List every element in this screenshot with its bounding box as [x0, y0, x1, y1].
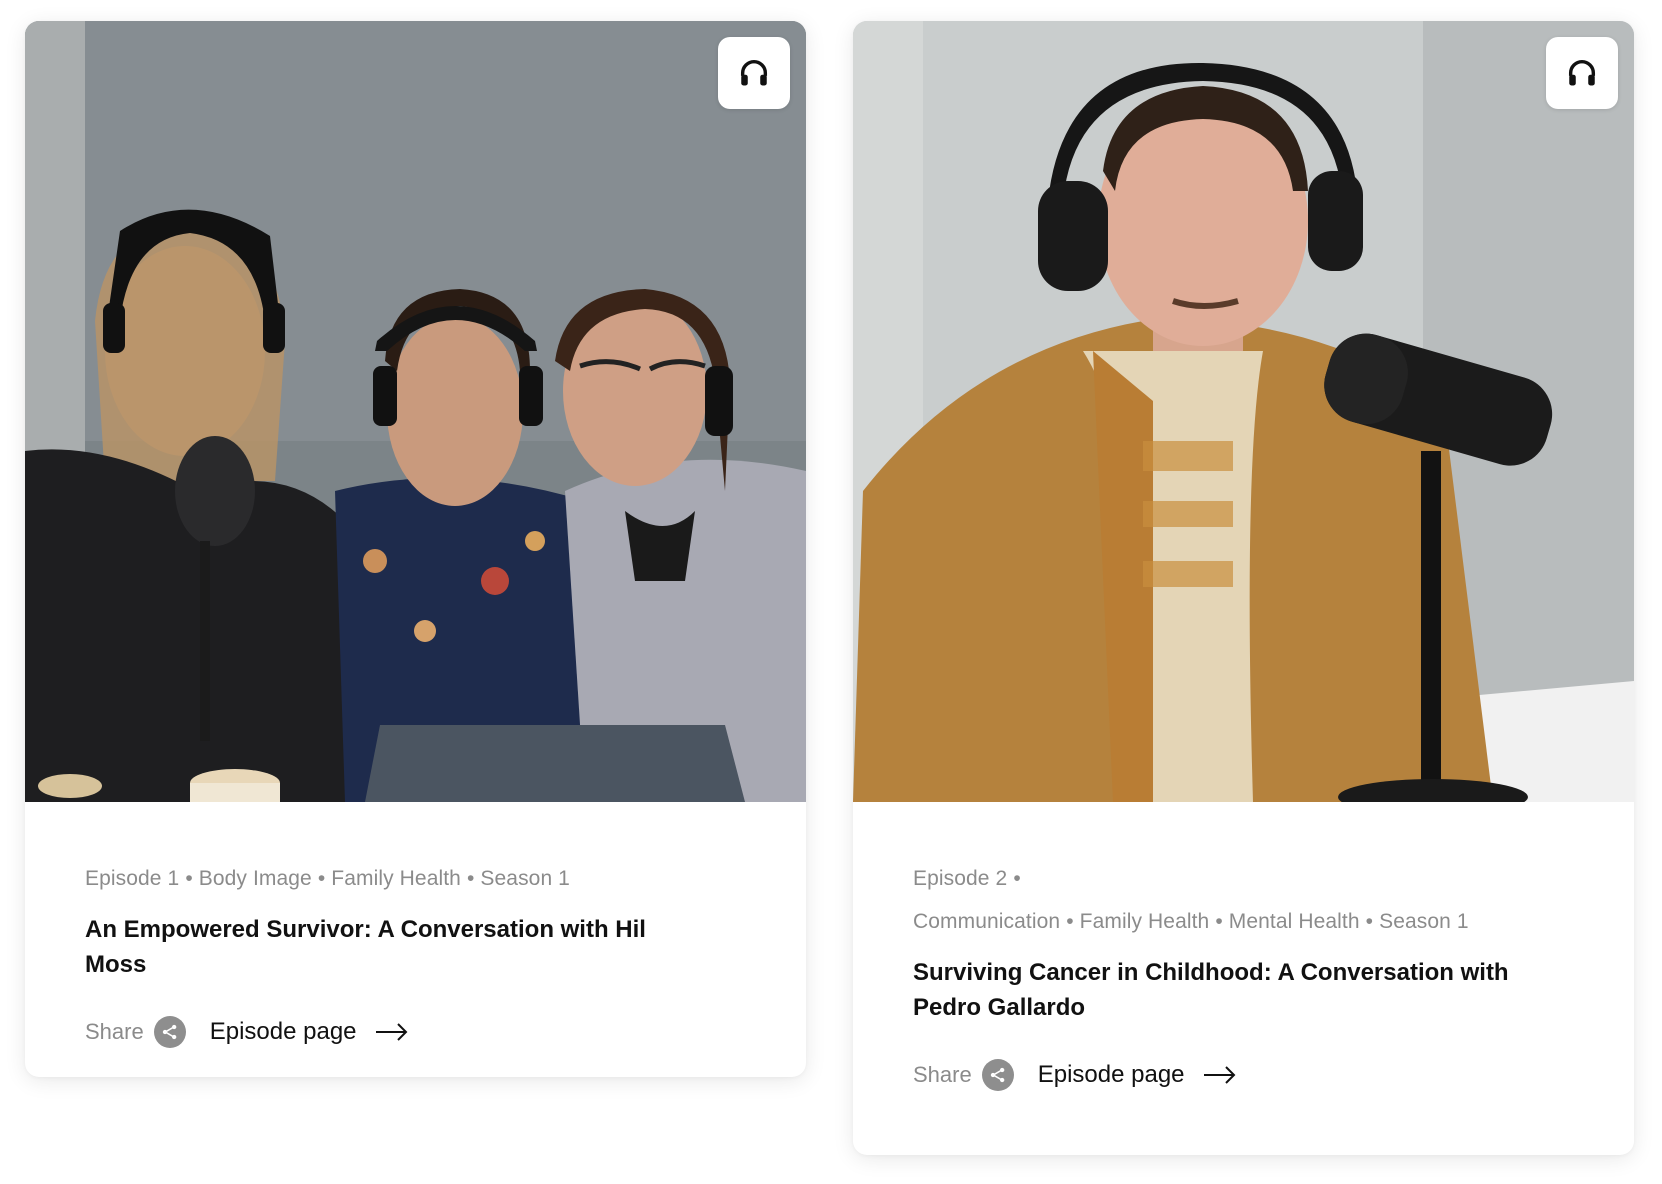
episode-tag[interactable]: Season 1 — [480, 867, 570, 890]
share-icon — [981, 1059, 1014, 1091]
episode-image[interactable] — [853, 21, 1634, 802]
listen-button[interactable] — [718, 37, 790, 109]
share-button[interactable]: Share — [913, 1059, 1014, 1091]
episode-number: Episode 2 — [913, 867, 1008, 890]
headphones-icon — [1568, 60, 1596, 86]
episode-page-label: Episode page — [209, 1018, 357, 1045]
episode-actions: Share Episode page — [913, 1059, 1574, 1091]
headphones-icon — [740, 60, 768, 86]
share-label: Share — [913, 1062, 972, 1087]
episode-grid: Episode 1 • Body Image • Family Health • Seaso… — [0, 0, 1662, 1184]
episode-title[interactable]: Surviving Cancer in Childhood: A Convers… — [913, 955, 1533, 1025]
episode-photo — [25, 21, 806, 802]
episode-card: Episode 2 • Communication • Family Health • M… — [853, 21, 1634, 1155]
episode-photo — [853, 21, 1634, 802]
episode-number: Episode 1 — [85, 867, 180, 890]
episode-tag[interactable]: Mental Health — [1229, 910, 1360, 933]
episode-title[interactable]: An Empowered Survivor: A Conversation wi… — [85, 912, 705, 982]
episode-tag[interactable]: Communication — [913, 910, 1060, 933]
episode-image[interactable] — [25, 21, 806, 802]
episode-page-link[interactable]: Episode page — [210, 1018, 409, 1046]
episode-meta: Episode 1 • Body Image • Family Health • Seaso… — [85, 867, 570, 890]
share-label: Share — [85, 1019, 144, 1044]
episode-meta: Episode 2 • — [913, 867, 1021, 890]
episode-tag[interactable]: Family Health — [331, 867, 461, 890]
episode-card-body: Episode 2 • Communication • Family Health • M… — [853, 802, 1634, 1091]
arrow-right-icon — [375, 1023, 407, 1041]
episode-card: Episode 1 • Body Image • Family Health • Seaso… — [25, 21, 806, 1077]
episode-page-label: Episode page — [1037, 1061, 1185, 1088]
episode-page-link[interactable]: Episode page — [1038, 1061, 1237, 1089]
episode-tag[interactable]: Body Image — [199, 867, 312, 890]
episode-tag[interactable]: Season 1 — [1379, 910, 1469, 933]
episode-tags: Communication • Family Health • Mental Healt… — [913, 910, 1469, 933]
arrow-right-icon — [1203, 1066, 1235, 1084]
episode-actions: Share Episode page — [85, 1016, 746, 1048]
episode-card-body: Episode 1 • Body Image • Family Health • Seaso… — [25, 802, 806, 1048]
share-button[interactable]: Share — [85, 1016, 186, 1048]
listen-button[interactable] — [1546, 37, 1618, 109]
episode-tag[interactable]: Family Health — [1080, 910, 1210, 933]
share-icon — [153, 1016, 186, 1048]
